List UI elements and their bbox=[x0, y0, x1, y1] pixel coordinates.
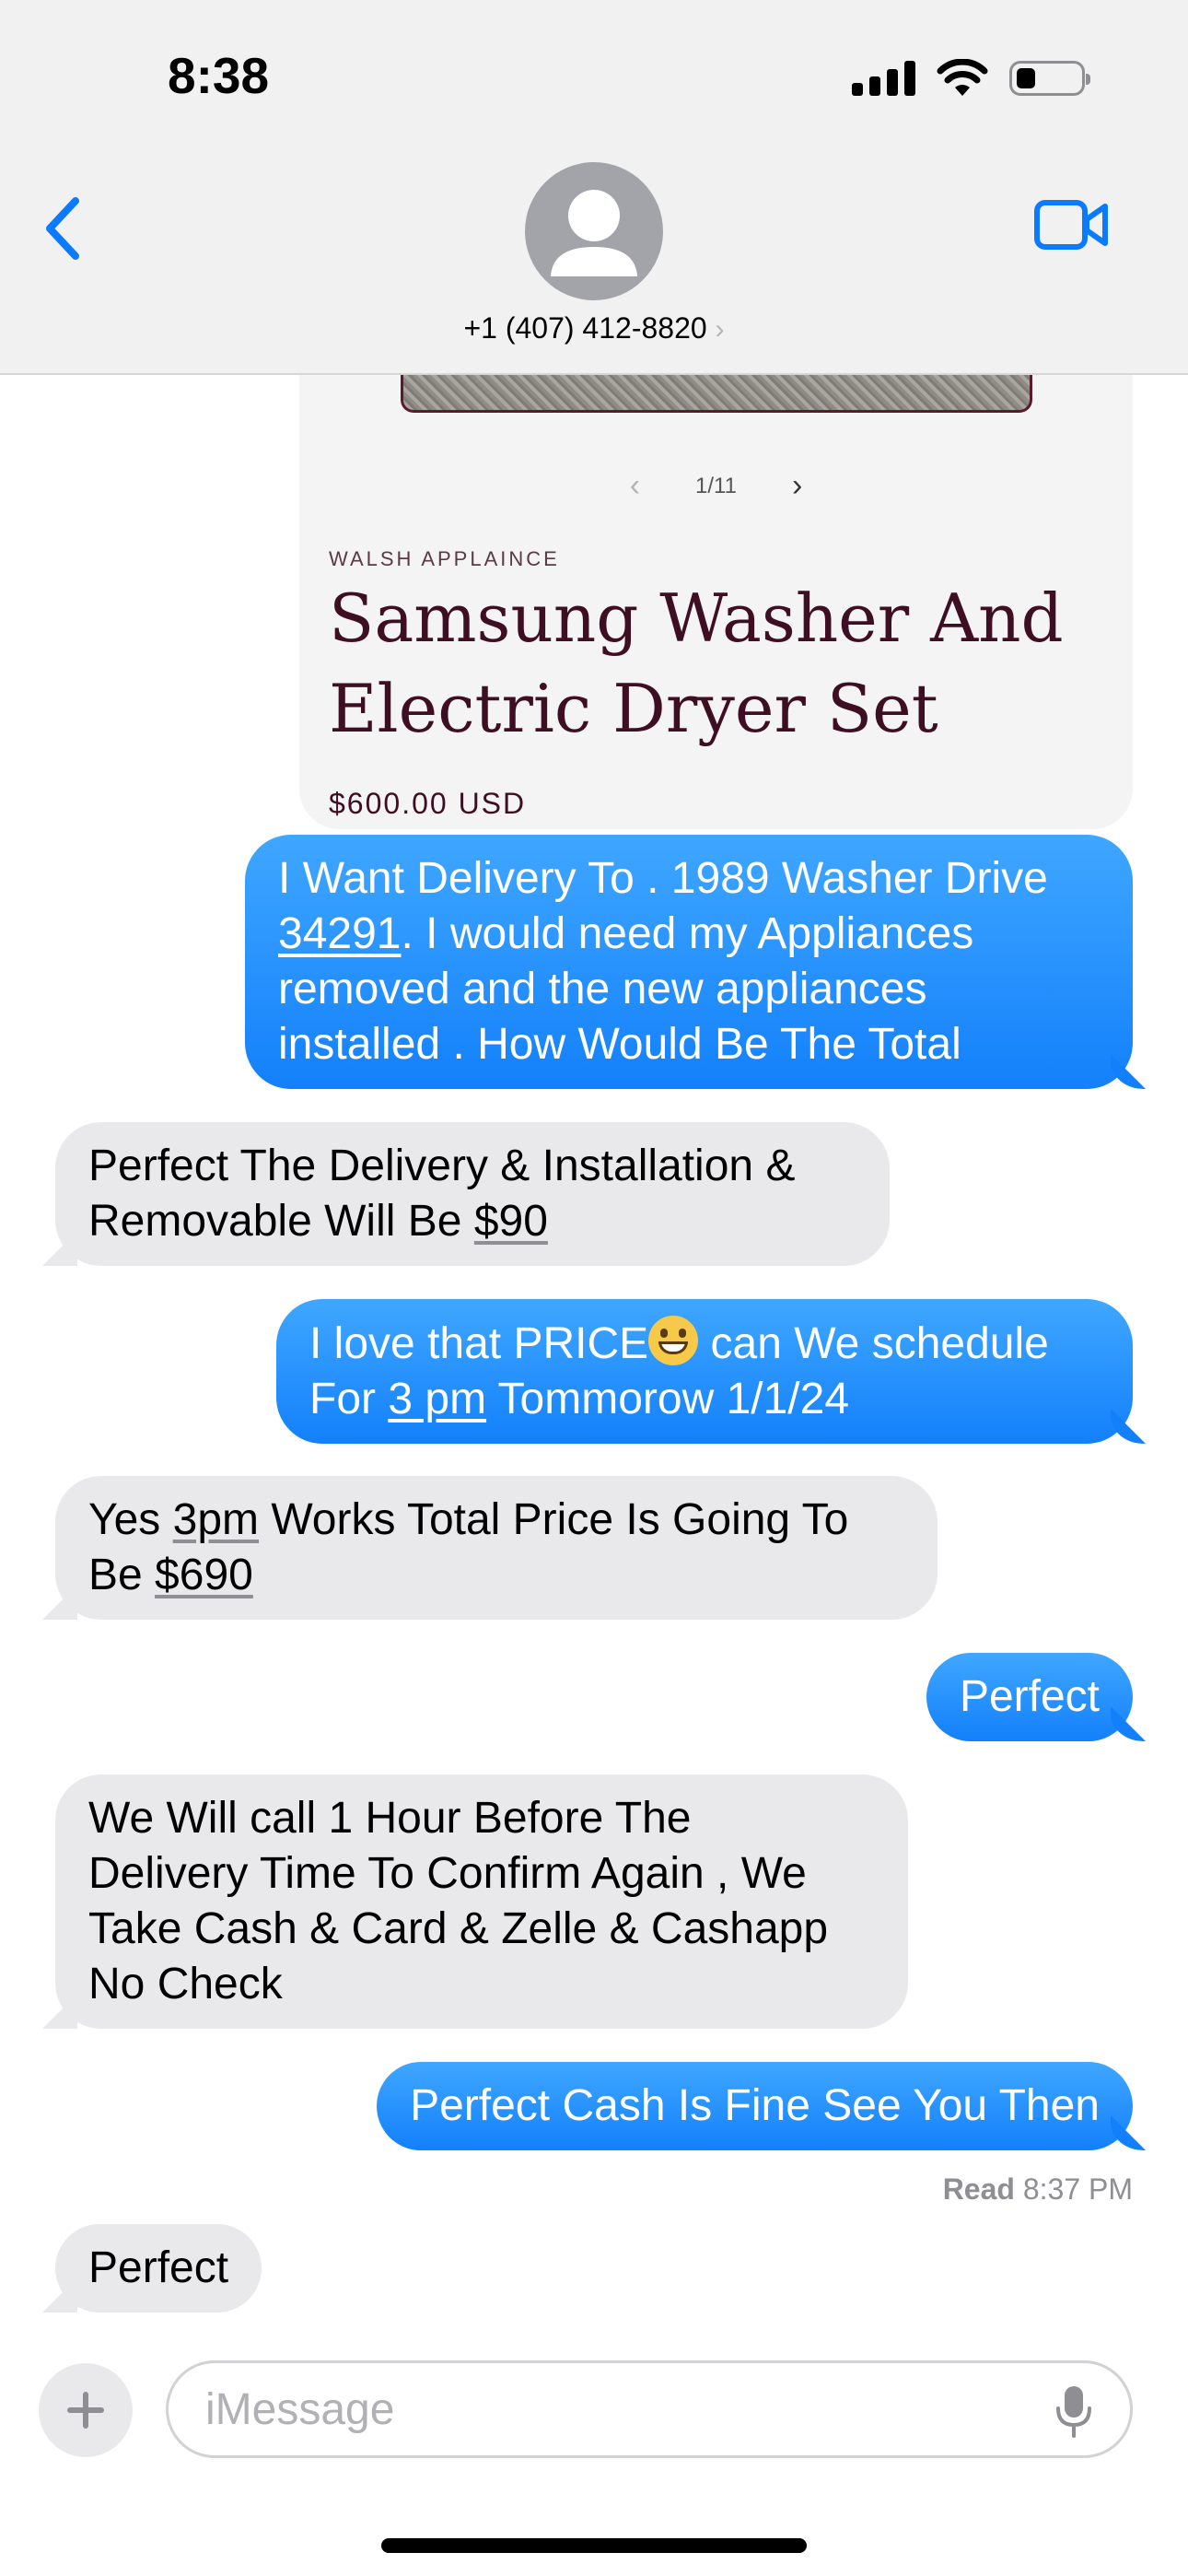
image-pager: ‹ 1/11 › bbox=[299, 468, 1133, 504]
message-text: Removable Will Be bbox=[88, 1197, 474, 1246]
plus-icon[interactable] bbox=[39, 2363, 133, 2457]
message-text: Perfect bbox=[959, 1672, 1100, 1721]
message-text: I love that PRICE bbox=[309, 1319, 649, 1368]
message-bubble-outgoing[interactable]: I love that PRICE can We schedule For 3 … bbox=[276, 1299, 1133, 1444]
product-title: Samsung Washer And Electric Dryer Set bbox=[329, 573, 1121, 754]
amount-link[interactable]: $90 bbox=[474, 1197, 548, 1246]
message-text: For bbox=[309, 1375, 389, 1423]
message-text: Yes bbox=[88, 1495, 173, 1544]
message-bubble-outgoing[interactable]: Perfect bbox=[926, 1653, 1133, 1741]
microphone-icon[interactable] bbox=[1054, 2384, 1094, 2440]
video-camera-icon[interactable] bbox=[1033, 197, 1111, 252]
brand-label: WALSH APPLAINCE bbox=[329, 547, 560, 570]
product-title-line: Samsung Washer And bbox=[329, 580, 1064, 657]
message-text: Tommorow 1/1/24 bbox=[486, 1375, 850, 1423]
grinning-emoji-icon bbox=[648, 1316, 699, 1365]
message-bubble-incoming[interactable]: We Will call 1 Hour Before The Delivery … bbox=[55, 1774, 908, 2029]
message-bubble-outgoing[interactable]: Perfect Cash Is Fine See You Then bbox=[377, 2062, 1133, 2150]
message-text: No Check bbox=[88, 1960, 283, 2008]
time-link[interactable]: 3pm bbox=[173, 1495, 259, 1544]
message-text: Perfect The Delivery & Installation & bbox=[88, 1142, 796, 1190]
chevron-right-icon: › bbox=[715, 314, 725, 345]
message-text: We Will call 1 Hour Before The bbox=[88, 1794, 692, 1843]
pager-next-icon[interactable]: › bbox=[792, 468, 802, 504]
read-receipt: Read 8:37 PM bbox=[943, 2172, 1133, 2207]
cellular-signal-icon bbox=[852, 61, 915, 96]
contact-avatar-icon[interactable] bbox=[525, 162, 663, 300]
wifi-icon bbox=[937, 59, 988, 96]
link-preview-card[interactable]: ‹ 1/11 › WALSH APPLAINCE Samsung Washer … bbox=[299, 304, 1133, 829]
message-bubble-incoming[interactable]: Yes 3pm Works Total Price Is Going To Be… bbox=[55, 1476, 938, 1620]
message-bubble-outgoing[interactable]: I Want Delivery To . 1989 Washer Drive 3… bbox=[245, 835, 1133, 1089]
conversation-header: 8:38 +1 (407) 412-8820 › bbox=[0, 0, 1188, 375]
amount-link[interactable]: $690 bbox=[155, 1551, 253, 1599]
message-text: Delivery Time To Confirm Again , We bbox=[88, 1849, 807, 1898]
time-link[interactable]: 3 pm bbox=[388, 1375, 486, 1423]
message-text: . I would need my Appliances bbox=[401, 909, 974, 958]
product-title-line: Electric Dryer Set bbox=[329, 670, 938, 747]
message-bubble-incoming[interactable]: Perfect The Delivery & Installation & Re… bbox=[55, 1122, 890, 1266]
message-text: Perfect Cash Is Fine See You Then bbox=[410, 2081, 1100, 2130]
message-text: Be bbox=[88, 1551, 156, 1599]
battery-icon bbox=[1009, 61, 1090, 96]
message-text: removed and the new appliances bbox=[278, 965, 927, 1013]
pager-prev-icon[interactable]: ‹ bbox=[630, 468, 640, 504]
message-text: can We schedule bbox=[698, 1319, 1049, 1368]
message-input[interactable] bbox=[166, 2360, 1133, 2458]
contact-name[interactable]: +1 (407) 412-8820 › bbox=[0, 311, 1188, 345]
zip-link[interactable]: 34291 bbox=[278, 909, 401, 958]
back-chevron-icon[interactable] bbox=[39, 192, 94, 265]
contact-phone: +1 (407) 412-8820 bbox=[463, 311, 707, 345]
read-label: Read bbox=[942, 2172, 1015, 2206]
status-icons bbox=[852, 57, 1090, 100]
message-text: Perfect bbox=[88, 2243, 229, 2292]
read-time: 8:37 PM bbox=[1022, 2172, 1133, 2206]
product-price: $600.00 USD bbox=[329, 787, 527, 820]
message-text: I Want Delivery To . 1989 Washer Drive bbox=[278, 854, 1048, 903]
status-time: 8:38 bbox=[168, 47, 270, 104]
message-bubble-incoming[interactable]: Perfect bbox=[55, 2224, 262, 2313]
message-text: Take Cash & Card & Zelle & Cashapp bbox=[88, 1904, 829, 1953]
message-text: installed . How Would Be The Total bbox=[278, 1020, 961, 1069]
pager-count: 1/11 bbox=[695, 473, 737, 498]
home-indicator bbox=[381, 2538, 807, 2553]
message-text: Works Total Price Is Going To bbox=[259, 1495, 849, 1544]
